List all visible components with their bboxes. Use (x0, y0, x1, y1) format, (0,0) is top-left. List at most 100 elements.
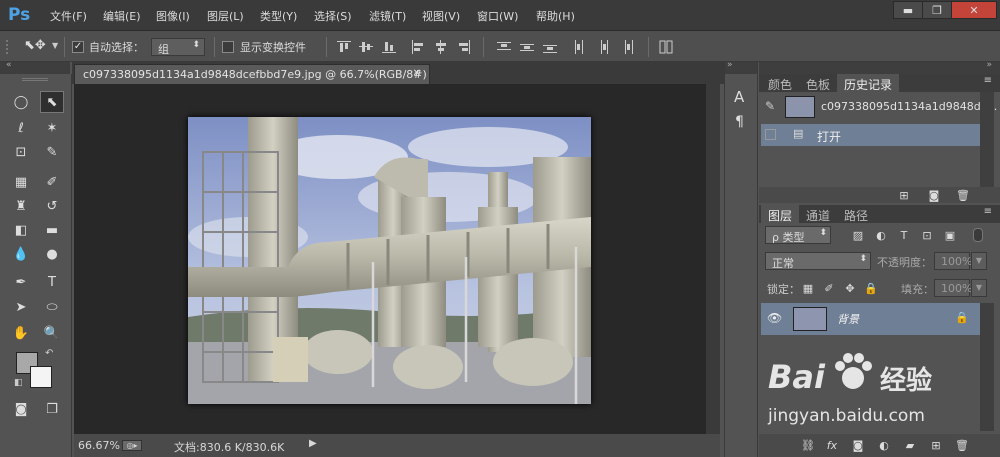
auto-align-icon[interactable] (659, 40, 673, 54)
path-selection-tool-icon[interactable]: ➤ (9, 296, 33, 318)
align-right-icon[interactable] (457, 40, 471, 54)
layer-style-icon[interactable]: fx (825, 438, 839, 452)
expand-icon[interactable]: » (727, 60, 733, 70)
zoom-tool-icon[interactable]: 🔍 (40, 322, 64, 344)
screen-mode-icon[interactable]: ❐ (40, 398, 64, 420)
distribute-hcenter-icon[interactable] (597, 40, 611, 54)
filter-shape-icon[interactable]: ⊡ (920, 228, 934, 242)
swap-colors-icon[interactable]: ↶ (45, 348, 53, 359)
crop-tool-icon[interactable]: ⊡ (9, 141, 33, 163)
panel-menu-icon[interactable]: ≡ (984, 75, 992, 86)
restore-button[interactable]: ❐ (922, 1, 952, 19)
link-layers-icon[interactable]: ⛓ (801, 438, 815, 452)
clone-stamp-tool-icon[interactable]: ♜ (9, 195, 33, 217)
history-brush-tool-icon[interactable]: ↺ (40, 195, 64, 217)
menu-window[interactable]: 窗口(W) (477, 8, 518, 24)
hand-tool-icon[interactable]: ✋ (9, 322, 33, 344)
minimize-button[interactable]: ▬ (893, 1, 923, 19)
align-top-icon[interactable] (337, 40, 351, 54)
type-tool-icon[interactable]: T (40, 271, 64, 293)
vertical-scrollbar[interactable] (706, 84, 720, 434)
zoom-level[interactable]: 66.67% (78, 439, 120, 452)
eye-icon[interactable]: 👁 (767, 311, 782, 325)
panel-menu-icon[interactable]: ≡ (984, 206, 992, 217)
delete-layer-icon[interactable]: 🗑 (955, 438, 969, 452)
layer-filter-dropdown[interactable]: ρ 类型 ⬍ (765, 226, 831, 244)
dodge-tool-icon[interactable]: ● (40, 243, 64, 265)
history-scrollbar[interactable] (980, 92, 994, 187)
distribute-left-icon[interactable] (573, 40, 587, 54)
eraser-tool-icon[interactable]: ◧ (9, 219, 33, 241)
background-color-swatch[interactable] (30, 366, 52, 388)
layer-mask-icon[interactable]: ◙ (851, 438, 865, 452)
filter-type-icon[interactable]: T (897, 228, 911, 242)
fill-slider-button[interactable]: ▼ (971, 279, 987, 297)
tab-paths[interactable]: 路径 (837, 205, 875, 223)
blend-mode-dropdown[interactable]: 正常 ⬍ (765, 252, 871, 270)
distribute-bottom-icon[interactable] (543, 40, 557, 54)
status-menu-arrow-icon[interactable]: ▶ (309, 438, 317, 449)
tab-swatches[interactable]: 色板 (799, 74, 837, 92)
history-snapshot[interactable]: ✎ c097338095d1134a1d9848dc... (759, 94, 997, 120)
new-group-icon[interactable]: ▰ (903, 438, 917, 452)
close-tab-icon[interactable]: ✕ (413, 68, 421, 79)
quick-mask-icon[interactable]: ◙ (9, 398, 33, 420)
align-left-icon[interactable] (411, 40, 425, 54)
collapse-dock-icon[interactable]: » (986, 60, 992, 70)
document-image[interactable] (188, 117, 591, 404)
healing-brush-tool-icon[interactable]: ▦ (9, 171, 33, 193)
move-tool-icon[interactable]: ⬉✥ (24, 38, 46, 53)
menu-image[interactable]: 图像(I) (156, 8, 190, 24)
menu-type[interactable]: 类型(Y) (260, 8, 297, 24)
lock-position-icon[interactable]: ✥ (843, 281, 857, 295)
blur-tool-icon[interactable]: 💧 (9, 243, 33, 265)
move-tool-icon[interactable]: ⬉ (40, 91, 64, 113)
tab-color[interactable]: 颜色 (761, 74, 799, 92)
default-colors-icon[interactable]: ◧ (14, 378, 23, 388)
auto-select-checkbox[interactable]: ✓ (72, 41, 84, 53)
eyedropper-tool-icon[interactable]: ✎ (40, 141, 64, 163)
history-state-row[interactable]: ▤ 打开 (761, 124, 980, 146)
document-tab[interactable]: c097338095d1134a1d9848dcefbbd7e9.jpg @ 6… (74, 64, 430, 84)
distribute-top-icon[interactable] (497, 40, 511, 54)
align-bottom-icon[interactable] (382, 40, 396, 54)
distribute-vcenter-icon[interactable] (520, 40, 534, 54)
collapse-icon[interactable]: « (6, 60, 12, 70)
tab-channels[interactable]: 通道 (799, 205, 837, 223)
menu-filter[interactable]: 滤镜(T) (369, 8, 406, 24)
fill-field[interactable]: 100% (934, 279, 972, 297)
close-button[interactable]: ✕ (951, 1, 997, 19)
align-hcenter-icon[interactable] (434, 40, 448, 54)
menu-view[interactable]: 视图(V) (422, 8, 460, 24)
layers-scrollbar[interactable] (980, 303, 994, 431)
trash-icon[interactable]: 🗑 (956, 188, 970, 202)
opacity-slider-button[interactable]: ▼ (971, 252, 987, 270)
pen-tool-icon[interactable]: ✒ (9, 271, 33, 293)
menu-help[interactable]: 帮助(H) (536, 8, 575, 24)
marquee-tool-icon[interactable]: ◯ (9, 91, 33, 113)
adjustment-layer-icon[interactable]: ◐ (877, 438, 891, 452)
menu-select[interactable]: 选择(S) (314, 8, 352, 24)
layer-name[interactable]: 背景 (837, 311, 859, 327)
distribute-right-icon[interactable] (620, 40, 634, 54)
menu-file[interactable]: 文件(F) (50, 8, 87, 24)
lock-image-icon[interactable]: ✐ (822, 281, 836, 295)
menu-layer[interactable]: 图层(L) (207, 8, 244, 24)
character-panel-icon[interactable]: A (734, 88, 744, 106)
tab-layers[interactable]: 图层 (761, 205, 800, 223)
brush-tool-icon[interactable]: ✐ (40, 171, 64, 193)
gradient-tool-icon[interactable]: ▬ (40, 219, 64, 241)
lasso-tool-icon[interactable]: ℓ (9, 117, 33, 139)
layer-row[interactable]: 👁 背景 🔒 (761, 303, 980, 335)
history-brush-source-icon[interactable]: ✎ (765, 99, 775, 113)
filter-pixel-icon[interactable]: ▨ (851, 228, 865, 242)
opacity-field[interactable]: 100% (934, 252, 972, 270)
auto-select-dropdown[interactable]: 组 ⬍ (151, 38, 205, 56)
chevron-down-icon[interactable]: ▼ (52, 41, 58, 50)
menu-edit[interactable]: 编辑(E) (103, 8, 141, 24)
show-transform-checkbox[interactable] (222, 41, 234, 53)
camera-icon[interactable]: ◙ (927, 188, 941, 202)
lock-transparent-icon[interactable]: ▦ (801, 281, 815, 295)
lock-all-icon[interactable]: 🔒 (864, 281, 878, 295)
filter-toggle[interactable] (973, 228, 983, 242)
